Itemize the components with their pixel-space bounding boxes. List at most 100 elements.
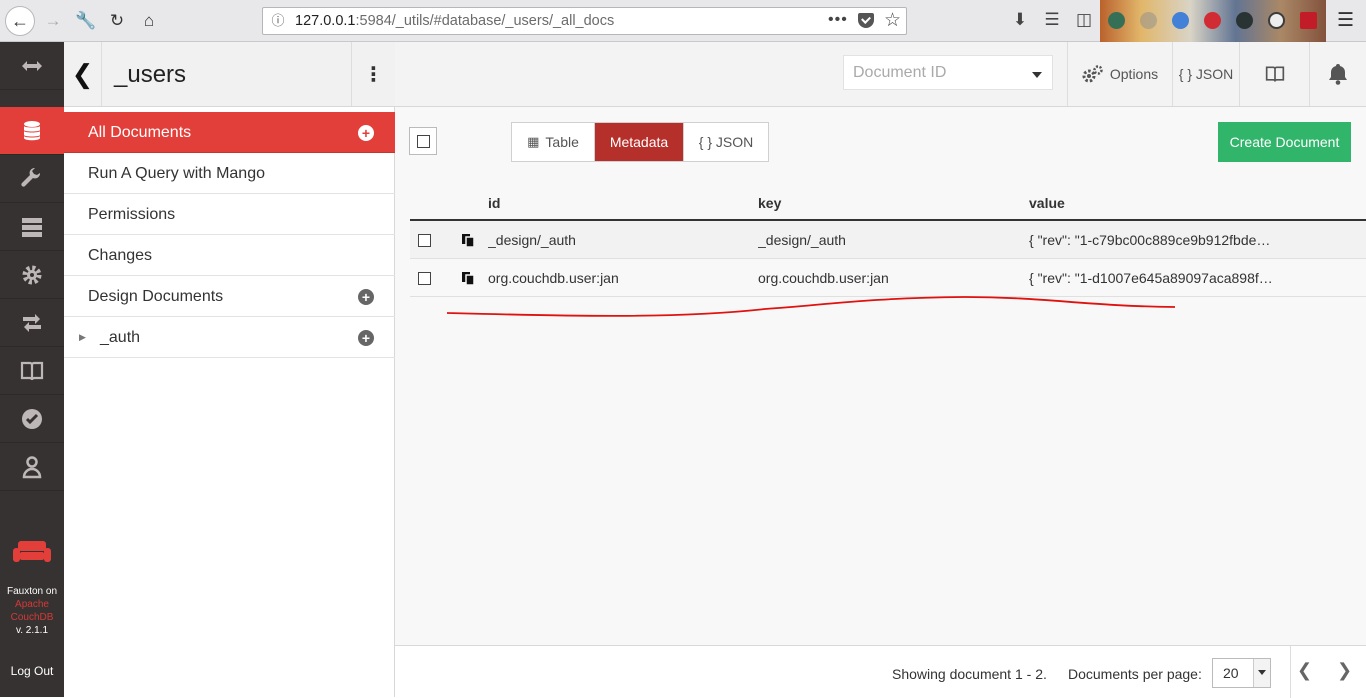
back-to-databases-button[interactable]: ❮	[64, 42, 102, 106]
table-icon: ▦	[527, 134, 540, 149]
documents-panel: ▦ Table Metadata { } JSON Create Documen…	[395, 107, 1366, 645]
database-icon	[24, 120, 40, 140]
page-actions-button[interactable]: •••	[828, 11, 848, 29]
star-icon[interactable]: ☆	[884, 9, 901, 32]
red-annotation-line	[446, 296, 1176, 317]
copy-icon[interactable]	[461, 233, 475, 247]
info-icon[interactable]: ⓘ	[269, 12, 287, 30]
docs-button[interactable]	[1239, 42, 1309, 106]
options-button[interactable]: Options	[1067, 42, 1172, 106]
row-checkbox[interactable]	[418, 234, 431, 247]
extension-icon[interactable]	[1268, 12, 1285, 29]
chevron-down-icon[interactable]	[1032, 72, 1042, 78]
copy-icon[interactable]	[461, 271, 475, 285]
cell-id[interactable]: _design/_auth	[488, 232, 576, 248]
couchdb-logo	[0, 538, 64, 566]
adblock-icon[interactable]	[1204, 12, 1221, 29]
download-icon[interactable]: ⬇	[1009, 10, 1031, 30]
logout-button[interactable]: Log Out	[0, 664, 64, 678]
home-icon: ⌂	[143, 11, 155, 30]
sidebar-item-label: Changes	[88, 247, 153, 264]
extension-icon[interactable]	[1236, 12, 1253, 29]
rail-config[interactable]	[0, 251, 64, 299]
rail-setup[interactable]	[0, 155, 64, 203]
rail-collapse-button[interactable]	[0, 42, 64, 90]
back-arrow-icon: ←	[11, 10, 29, 31]
sidebar-item-design-documents[interactable]: Design Documents +	[64, 276, 395, 317]
document-id-input[interactable]: Document ID	[853, 64, 946, 82]
sidebar-item-changes[interactable]: Changes	[64, 235, 395, 276]
pager: ❮ ❯	[1290, 646, 1366, 698]
url-text[interactable]: 127.0.0.1:5984/_utils/#database/_users/_…	[295, 13, 614, 29]
notifications-button[interactable]	[1309, 42, 1366, 106]
view-label: Metadata	[609, 134, 669, 150]
api-json-button[interactable]: { } JSON	[1172, 42, 1239, 106]
pocket-icon[interactable]	[858, 13, 874, 28]
column-header-key[interactable]: key	[758, 195, 781, 211]
database-name: _users	[114, 61, 187, 88]
rail-active-tasks[interactable]	[0, 203, 64, 251]
main-header: Document ID Options { } JSON	[395, 42, 1366, 107]
chevron-left-icon: ❮	[71, 58, 94, 89]
brand-line: Fauxton on	[6, 586, 58, 597]
sidebar-item-permissions[interactable]: Permissions	[64, 194, 395, 235]
extension-icon[interactable]	[1172, 12, 1189, 29]
view-table-button[interactable]: ▦ Table	[512, 123, 595, 161]
rail-databases[interactable]	[0, 107, 64, 155]
brand-text: Fauxton on Apache CouchDB v. 2.1.1	[0, 585, 64, 637]
browser-back-button[interactable]: ←	[5, 6, 35, 36]
database-header: ❮ _users ⋮	[64, 42, 395, 107]
gear-icon	[22, 265, 42, 284]
rail-replication[interactable]	[0, 299, 64, 347]
rail-verify[interactable]	[0, 395, 64, 443]
browser-forward-button[interactable]: →	[39, 7, 67, 35]
wrench-icon	[21, 167, 41, 187]
rail-user[interactable]	[0, 443, 64, 491]
browser-tools-button[interactable]: 🔧	[72, 7, 100, 35]
check-icon	[22, 408, 42, 429]
create-document-button[interactable]: Create Document	[1218, 122, 1351, 162]
nav-rail: Fauxton on Apache CouchDB v. 2.1.1 Log O…	[0, 42, 64, 697]
view-json-button[interactable]: { } JSON	[684, 123, 768, 161]
sidebar-item-label: _auth	[100, 329, 141, 346]
select-all-checkbox[interactable]	[409, 127, 437, 155]
plus-circle-icon[interactable]: +	[358, 289, 374, 305]
sidebar-icon[interactable]: ◫	[1073, 10, 1095, 30]
cell-id[interactable]: org.couchdb.user:jan	[488, 270, 619, 286]
prev-page-button[interactable]: ❮	[1297, 660, 1312, 681]
browser-reload-button[interactable]: ↻	[103, 7, 131, 35]
next-page-button[interactable]: ❯	[1337, 660, 1352, 681]
extension-icon[interactable]	[1108, 12, 1125, 29]
plus-circle-icon[interactable]: +	[358, 125, 374, 141]
column-header-value[interactable]: value	[1029, 195, 1065, 211]
menu-icon[interactable]: ☰	[1337, 9, 1354, 32]
showing-text: Showing document 1 - 2.	[892, 666, 1047, 682]
json-label: { } JSON	[1178, 66, 1234, 82]
view-metadata-button[interactable]: Metadata	[595, 123, 684, 161]
library-icon[interactable]: ☰	[1041, 10, 1063, 30]
user-icon	[22, 455, 42, 478]
bell-icon	[1329, 64, 1347, 85]
per-page-select[interactable]: 20	[1212, 658, 1271, 688]
cell-key: _design/_auth	[758, 232, 846, 248]
plus-circle-icon[interactable]: +	[358, 330, 374, 346]
sidebar-item-auth[interactable]: ▶ _auth +	[64, 317, 395, 358]
database-menu-button[interactable]: ⋮	[351, 42, 395, 106]
rail-documentation[interactable]	[0, 347, 64, 395]
url-bar[interactable]: ⓘ 127.0.0.1:5984/_utils/#database/_users…	[262, 7, 907, 35]
chevron-right-icon: ❯	[1337, 660, 1353, 680]
pdf-icon[interactable]	[1300, 12, 1317, 29]
book-icon	[1265, 66, 1284, 82]
sidebar-item-all-documents[interactable]: All Documents +	[64, 112, 395, 153]
table-row[interactable]: _design/_auth _design/_auth { "rev": "1-…	[410, 221, 1366, 259]
brand-link[interactable]: Apache	[0, 598, 64, 611]
document-id-dropdown[interactable]: Document ID	[843, 55, 1053, 90]
sidebar-item-mango-query[interactable]: Run A Query with Mango	[64, 153, 395, 194]
forward-arrow-icon: →	[44, 11, 62, 30]
extension-icon[interactable]	[1140, 12, 1157, 29]
column-header-id[interactable]: id	[488, 195, 500, 211]
browser-home-button[interactable]: ⌂	[135, 7, 163, 35]
caret-right-icon[interactable]: ▶	[79, 317, 86, 358]
brand-link[interactable]: CouchDB	[0, 611, 64, 624]
row-checkbox[interactable]	[418, 272, 431, 285]
